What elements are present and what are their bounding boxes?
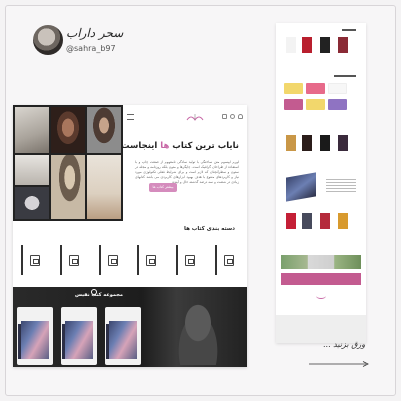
photo-woman-hat <box>51 155 85 219</box>
preview-footer-logo <box>316 293 326 299</box>
preview-book <box>286 135 296 151</box>
preview-tile <box>328 83 347 94</box>
preview-book <box>320 37 330 53</box>
photo-reading-woman <box>51 107 85 153</box>
landing-page-mockup: نایاب ترین کتاب ها اینجاست لورم ایپسوم م… <box>13 105 247 367</box>
category-item[interactable] <box>59 245 86 275</box>
category-item[interactable] <box>176 245 202 275</box>
preview-feature <box>276 171 366 208</box>
reader-silhouette <box>168 295 228 365</box>
preview-book <box>302 135 312 151</box>
full-page-preview <box>276 23 366 343</box>
arrow-right-icon <box>309 361 369 367</box>
photo-stack-books <box>15 107 49 153</box>
preview-book <box>302 37 312 53</box>
author-avatar <box>33 25 63 55</box>
preview-book <box>286 37 296 53</box>
collection-section: مجموعه کتب نفیس <box>13 287 247 367</box>
category-item[interactable] <box>137 245 163 275</box>
preview-book <box>302 213 312 229</box>
preview-book <box>338 135 348 151</box>
book-cover <box>62 321 93 359</box>
preview-hero-book <box>286 172 316 202</box>
more-books-button[interactable]: بیشتر کتاب ها <box>149 183 177 192</box>
preview-book <box>338 213 348 229</box>
preview-book <box>338 37 348 53</box>
user-icon[interactable] <box>238 114 243 119</box>
hero-title: نایاب ترین کتاب ها اینجاست <box>121 141 239 151</box>
preview-tile <box>306 83 325 94</box>
hero-title-accent: ها <box>160 141 170 151</box>
photo-book-stack-girl <box>87 155 121 219</box>
book-icon <box>223 254 234 266</box>
book-icon <box>146 254 157 266</box>
swipe-caption: ورق بزنید ... <box>323 340 366 349</box>
preview-photo-strip <box>281 255 361 269</box>
search-icon[interactable] <box>230 114 235 119</box>
preview-tile <box>284 99 303 110</box>
preview-feature-text <box>326 179 356 193</box>
author-signature: سحر داراب <box>66 26 124 40</box>
cart-icon[interactable] <box>222 114 227 119</box>
preview-tile <box>284 83 303 94</box>
preview-book <box>320 135 330 151</box>
preview-section-title <box>334 75 356 77</box>
book-icon <box>107 254 118 266</box>
book-card[interactable] <box>17 307 53 365</box>
preview-pink-band <box>281 273 361 285</box>
menu-icon[interactable] <box>127 114 134 120</box>
preview-book <box>286 213 296 229</box>
book-cover <box>106 321 137 359</box>
preview-book <box>320 213 330 229</box>
collection-title: مجموعه کتب نفیس <box>75 292 123 298</box>
photo-face-book <box>15 187 49 219</box>
preview-tile <box>328 99 347 110</box>
book-card[interactable] <box>61 307 97 365</box>
category-item[interactable] <box>214 245 241 275</box>
photo-reading-man <box>87 107 121 153</box>
preview-section-title <box>342 29 356 31</box>
hero-photo-collage <box>13 105 123 221</box>
logo-icon[interactable] <box>185 112 205 122</box>
category-item[interactable] <box>21 245 47 275</box>
hero-description: لورم ایپسوم متن ساختگی با تولید سادگی نا… <box>135 160 239 184</box>
categories-title: دسته بندی کتاب ها <box>184 226 235 232</box>
preview-footer <box>276 315 366 343</box>
book-card[interactable] <box>105 307 141 365</box>
book-cover <box>18 321 49 359</box>
book-icon <box>30 254 40 266</box>
category-item[interactable] <box>98 245 125 275</box>
book-icon <box>185 254 196 266</box>
top-navbar <box>127 111 243 125</box>
author-handle: @sahra_b97 <box>66 44 116 53</box>
photo-lying-reader <box>15 155 49 185</box>
categories-row <box>21 245 241 279</box>
book-icon <box>68 254 79 266</box>
preview-tile <box>306 99 325 110</box>
